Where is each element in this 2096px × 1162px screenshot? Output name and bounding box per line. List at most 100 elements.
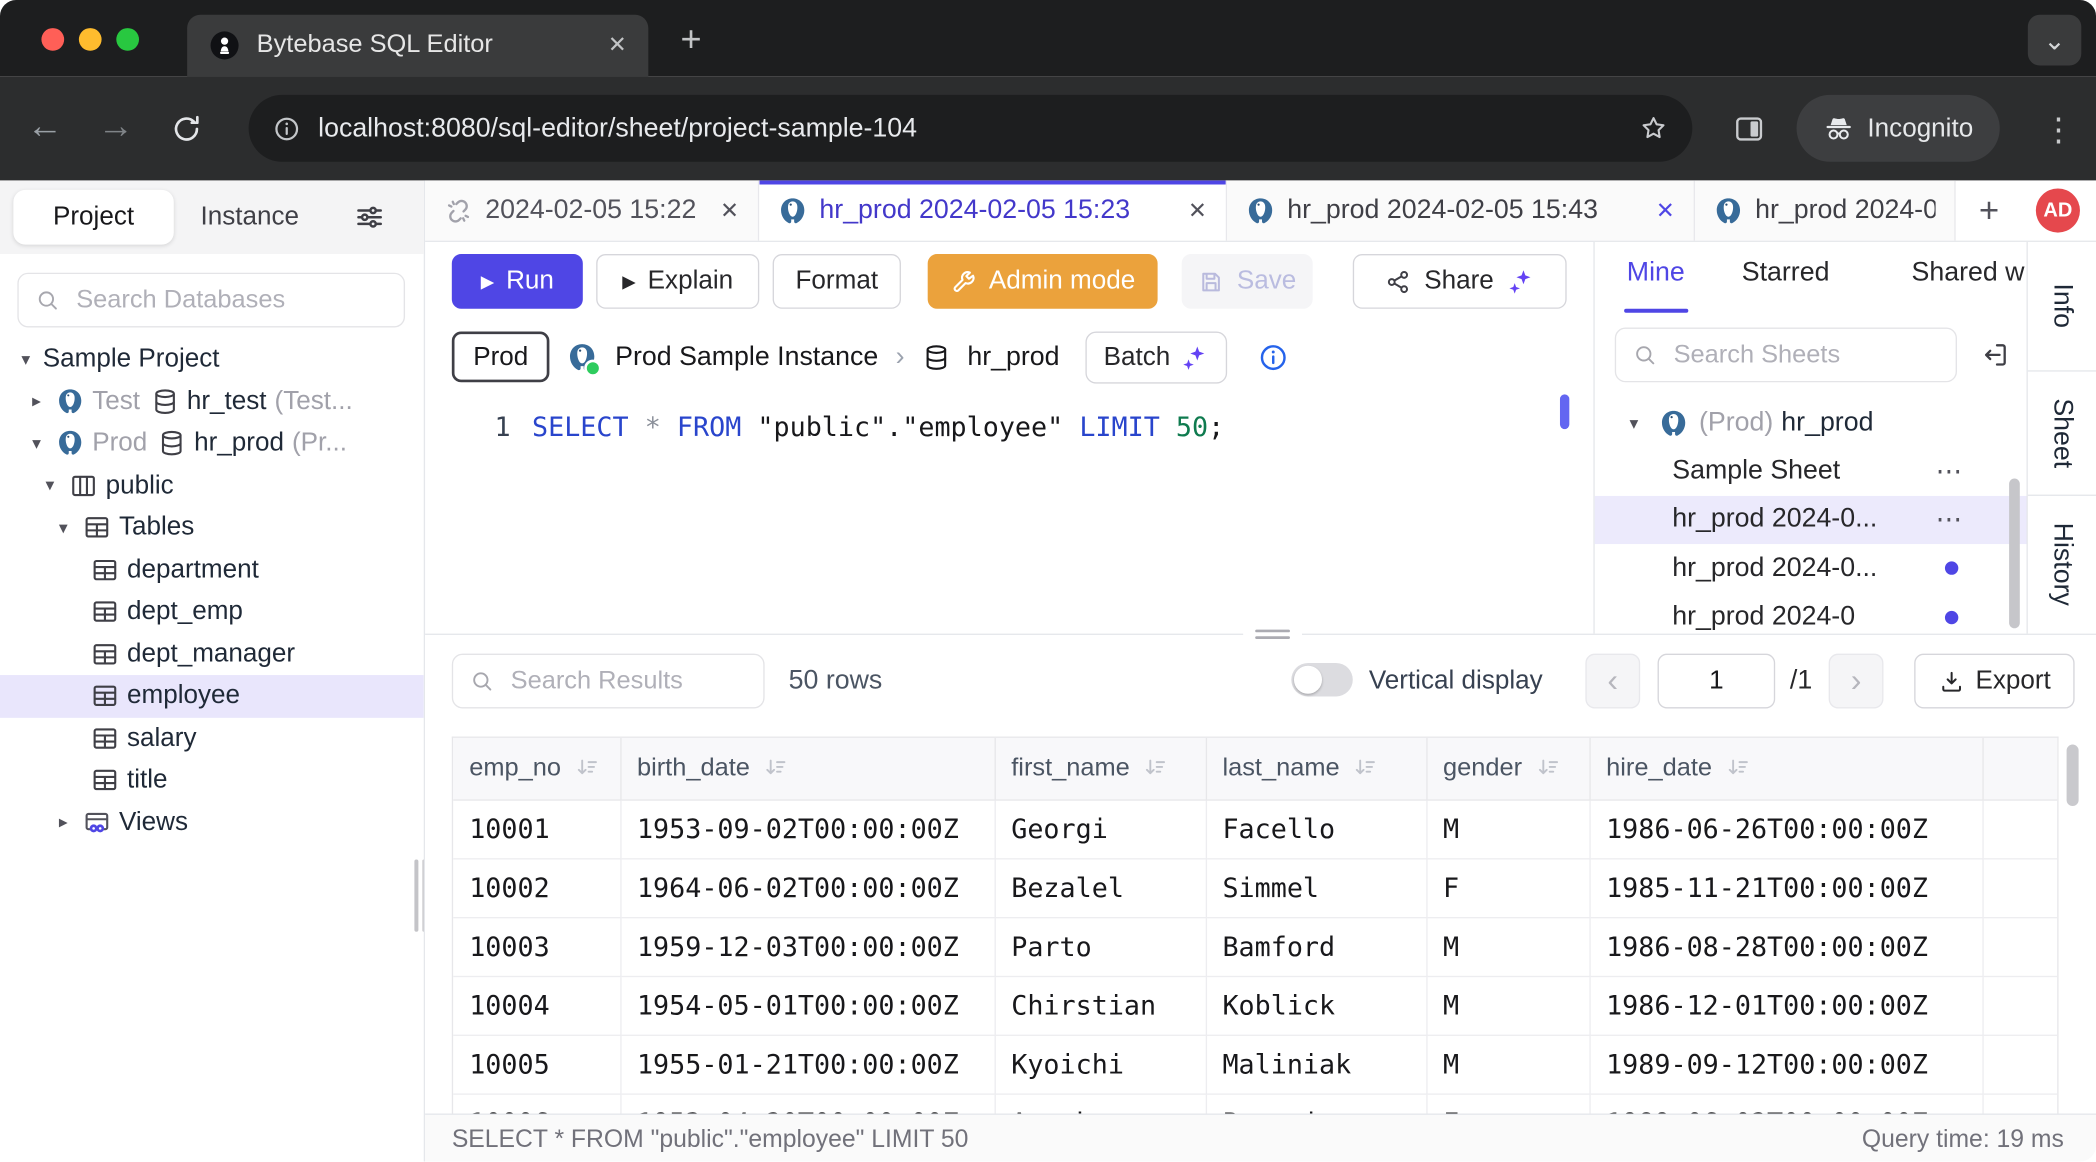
admin-mode-button[interactable]: Admin mode	[928, 254, 1158, 309]
close-icon[interactable]: ✕	[1656, 197, 1675, 224]
table-row[interactable]: 100031959-12-03T00:00:00ZPartoBamfordM19…	[453, 917, 2057, 976]
sort-icon[interactable]	[1725, 756, 1750, 781]
tab-search-chevron[interactable]: ⌄	[2028, 15, 2081, 66]
rail-tab-history[interactable]: History	[2028, 496, 2096, 634]
column-header-first_name[interactable]: first_name	[995, 738, 1206, 799]
column-header-emp_no[interactable]: emp_no	[453, 738, 620, 799]
window-minimize-button[interactable]	[79, 28, 102, 51]
reload-button[interactable]	[170, 112, 203, 145]
tab-instance[interactable]: Instance	[201, 180, 300, 254]
tree-item-table-dept_manager[interactable]: dept_manager	[0, 633, 424, 675]
tree-item-tables-group[interactable]: ▾ Tables	[0, 507, 424, 549]
format-button[interactable]: Format	[773, 254, 901, 309]
filter-sliders-icon[interactable]	[353, 201, 386, 234]
column-header-last_name[interactable]: last_name	[1206, 738, 1427, 799]
info-icon[interactable]	[1258, 342, 1289, 373]
results-search-input[interactable]	[508, 665, 730, 697]
sheet-search[interactable]	[1615, 328, 1957, 383]
new-tab-button[interactable]: +	[668, 17, 713, 60]
sheet-list-item[interactable]: hr_prod 2024-0	[1595, 593, 2027, 634]
collapse-icon[interactable]: ▾	[45, 475, 66, 496]
sort-icon[interactable]	[574, 756, 599, 781]
database-search[interactable]	[17, 273, 405, 328]
sort-icon[interactable]	[1353, 756, 1378, 781]
page-input[interactable]	[1658, 654, 1776, 709]
collapse-icon[interactable]: ▾	[21, 349, 42, 370]
url-text[interactable]: localhost:8080/sql-editor/sheet/project-…	[318, 113, 1639, 144]
sort-icon[interactable]	[763, 756, 788, 781]
results-scrollbar[interactable]	[2067, 745, 2079, 806]
close-icon[interactable]: ✕	[720, 197, 739, 224]
tree-item-table-title[interactable]: title	[0, 759, 424, 801]
save-button[interactable]: Save	[1182, 254, 1313, 309]
table-row[interactable]: 100041954-05-01T00:00:00ZChirstianKoblic…	[453, 976, 2057, 1035]
rail-tab-info[interactable]: Info	[2028, 242, 2096, 372]
side-panel-icon[interactable]	[1732, 112, 1765, 145]
next-page-button[interactable]: ›	[1829, 654, 1884, 709]
address-bar[interactable]: localhost:8080/sql-editor/sheet/project-…	[249, 95, 1693, 162]
collapse-icon[interactable]: ▾	[32, 433, 53, 454]
collapse-icon[interactable]: ▾	[1629, 412, 1648, 433]
window-zoom-button[interactable]	[116, 28, 139, 51]
collapse-panel-icon[interactable]	[1980, 340, 2011, 371]
tab-shared[interactable]: Shared w	[1912, 258, 2025, 289]
tab-starred[interactable]: Starred	[1742, 258, 1830, 289]
tree-item-schema-public[interactable]: ▾ public	[0, 465, 424, 507]
close-icon[interactable]: ✕	[1188, 197, 1207, 224]
table-row[interactable]: 100021964-06-02T00:00:00ZBezalelSimmelF1…	[453, 858, 2057, 917]
rail-tab-sheet[interactable]: Sheet	[2028, 372, 2096, 496]
sheet-tab-2-active[interactable]: hr_prod 2024-02-05 15:23 ✕	[759, 180, 1227, 240]
vertical-display-toggle[interactable]	[1291, 663, 1352, 696]
sheet-list-item[interactable]: Sample Sheet⋯	[1595, 446, 2027, 495]
sort-icon[interactable]	[1535, 756, 1560, 781]
sql-editor[interactable]: 1 SELECT * FROM "public"."employee" LIMI…	[425, 394, 1593, 633]
sql-line[interactable]: SELECT * FROM "public"."employee" LIMIT …	[532, 410, 1224, 442]
share-button[interactable]: Share	[1353, 254, 1567, 309]
sheet-list-item[interactable]: hr_prod 2024-0...	[1595, 544, 2027, 593]
sheet-list-scrollbar[interactable]	[2009, 479, 2020, 629]
tree-item-table-employee[interactable]: employee	[0, 675, 424, 717]
tree-item-table-department[interactable]: department	[0, 549, 424, 591]
column-header-gender[interactable]: gender	[1426, 738, 1589, 799]
user-avatar[interactable]: AD	[2036, 188, 2080, 232]
export-button[interactable]: Export	[1914, 654, 2074, 709]
browser-tab[interactable]: Bytebase SQL Editor ✕	[187, 15, 648, 76]
table-row[interactable]: 100061953-04-20T00:00:00ZAnnekePreusigF1…	[453, 1093, 2057, 1114]
collapse-icon[interactable]: ▾	[59, 517, 80, 538]
expand-icon[interactable]: ▸	[59, 812, 80, 833]
expand-icon[interactable]: ▸	[32, 391, 53, 412]
ai-sparkles-icon[interactable]	[1506, 267, 1534, 295]
sheet-list-item[interactable]: hr_prod 2024-0...⋯	[1595, 495, 2027, 544]
table-row[interactable]: 100051955-01-21T00:00:00ZKyoichiMaliniak…	[453, 1035, 2057, 1094]
forward-button[interactable]: →	[98, 106, 134, 147]
sheet-search-input[interactable]	[1671, 339, 1914, 371]
tab-mine[interactable]: Mine	[1627, 258, 1685, 289]
prev-page-button[interactable]: ‹	[1585, 654, 1640, 709]
column-header-hire_date[interactable]: hire_date	[1589, 738, 1982, 799]
editor-scrollbar[interactable]	[1560, 394, 1569, 429]
table-row[interactable]: 100011953-09-02T00:00:00ZGeorgiFacelloM1…	[453, 799, 2057, 858]
column-header-birth_date[interactable]: birth_date	[620, 738, 994, 799]
results-search[interactable]	[452, 654, 765, 709]
pane-splitter-handle[interactable]	[1243, 624, 1302, 643]
tab-close-icon[interactable]: ✕	[608, 32, 627, 59]
bookmark-star-icon[interactable]	[1639, 114, 1668, 143]
sheet-item-menu-icon[interactable]: ⋯	[1936, 503, 1964, 536]
database-search-input[interactable]	[74, 284, 349, 316]
database-name[interactable]: hr_prod	[967, 342, 1059, 373]
sheet-group-header[interactable]: ▾ (Prod) hr_prod	[1595, 400, 2027, 447]
tree-item-project[interactable]: ▾ Sample Project	[0, 338, 424, 380]
sheet-tab-3[interactable]: hr_prod 2024-02-05 15:43 ✕	[1227, 180, 1695, 240]
sidebar-resize-handle[interactable]	[414, 860, 425, 932]
browser-menu-icon[interactable]: ⋮	[2043, 111, 2075, 150]
instance-name[interactable]: Prod Sample Instance	[615, 342, 878, 373]
tree-item-table-dept_emp[interactable]: dept_emp	[0, 591, 424, 633]
tab-project[interactable]: Project	[13, 190, 173, 245]
back-button[interactable]: ←	[27, 106, 63, 147]
run-button[interactable]: ▶ Run	[452, 254, 583, 309]
site-info-icon[interactable]	[273, 114, 301, 142]
explain-button[interactable]: ▶ Explain	[596, 254, 759, 309]
tree-item-views-group[interactable]: ▸ Views	[0, 801, 424, 843]
sheet-item-menu-icon[interactable]: ⋯	[1936, 454, 1964, 487]
tree-item-test-db[interactable]: ▸ Test hr_test (Test...	[0, 380, 424, 422]
